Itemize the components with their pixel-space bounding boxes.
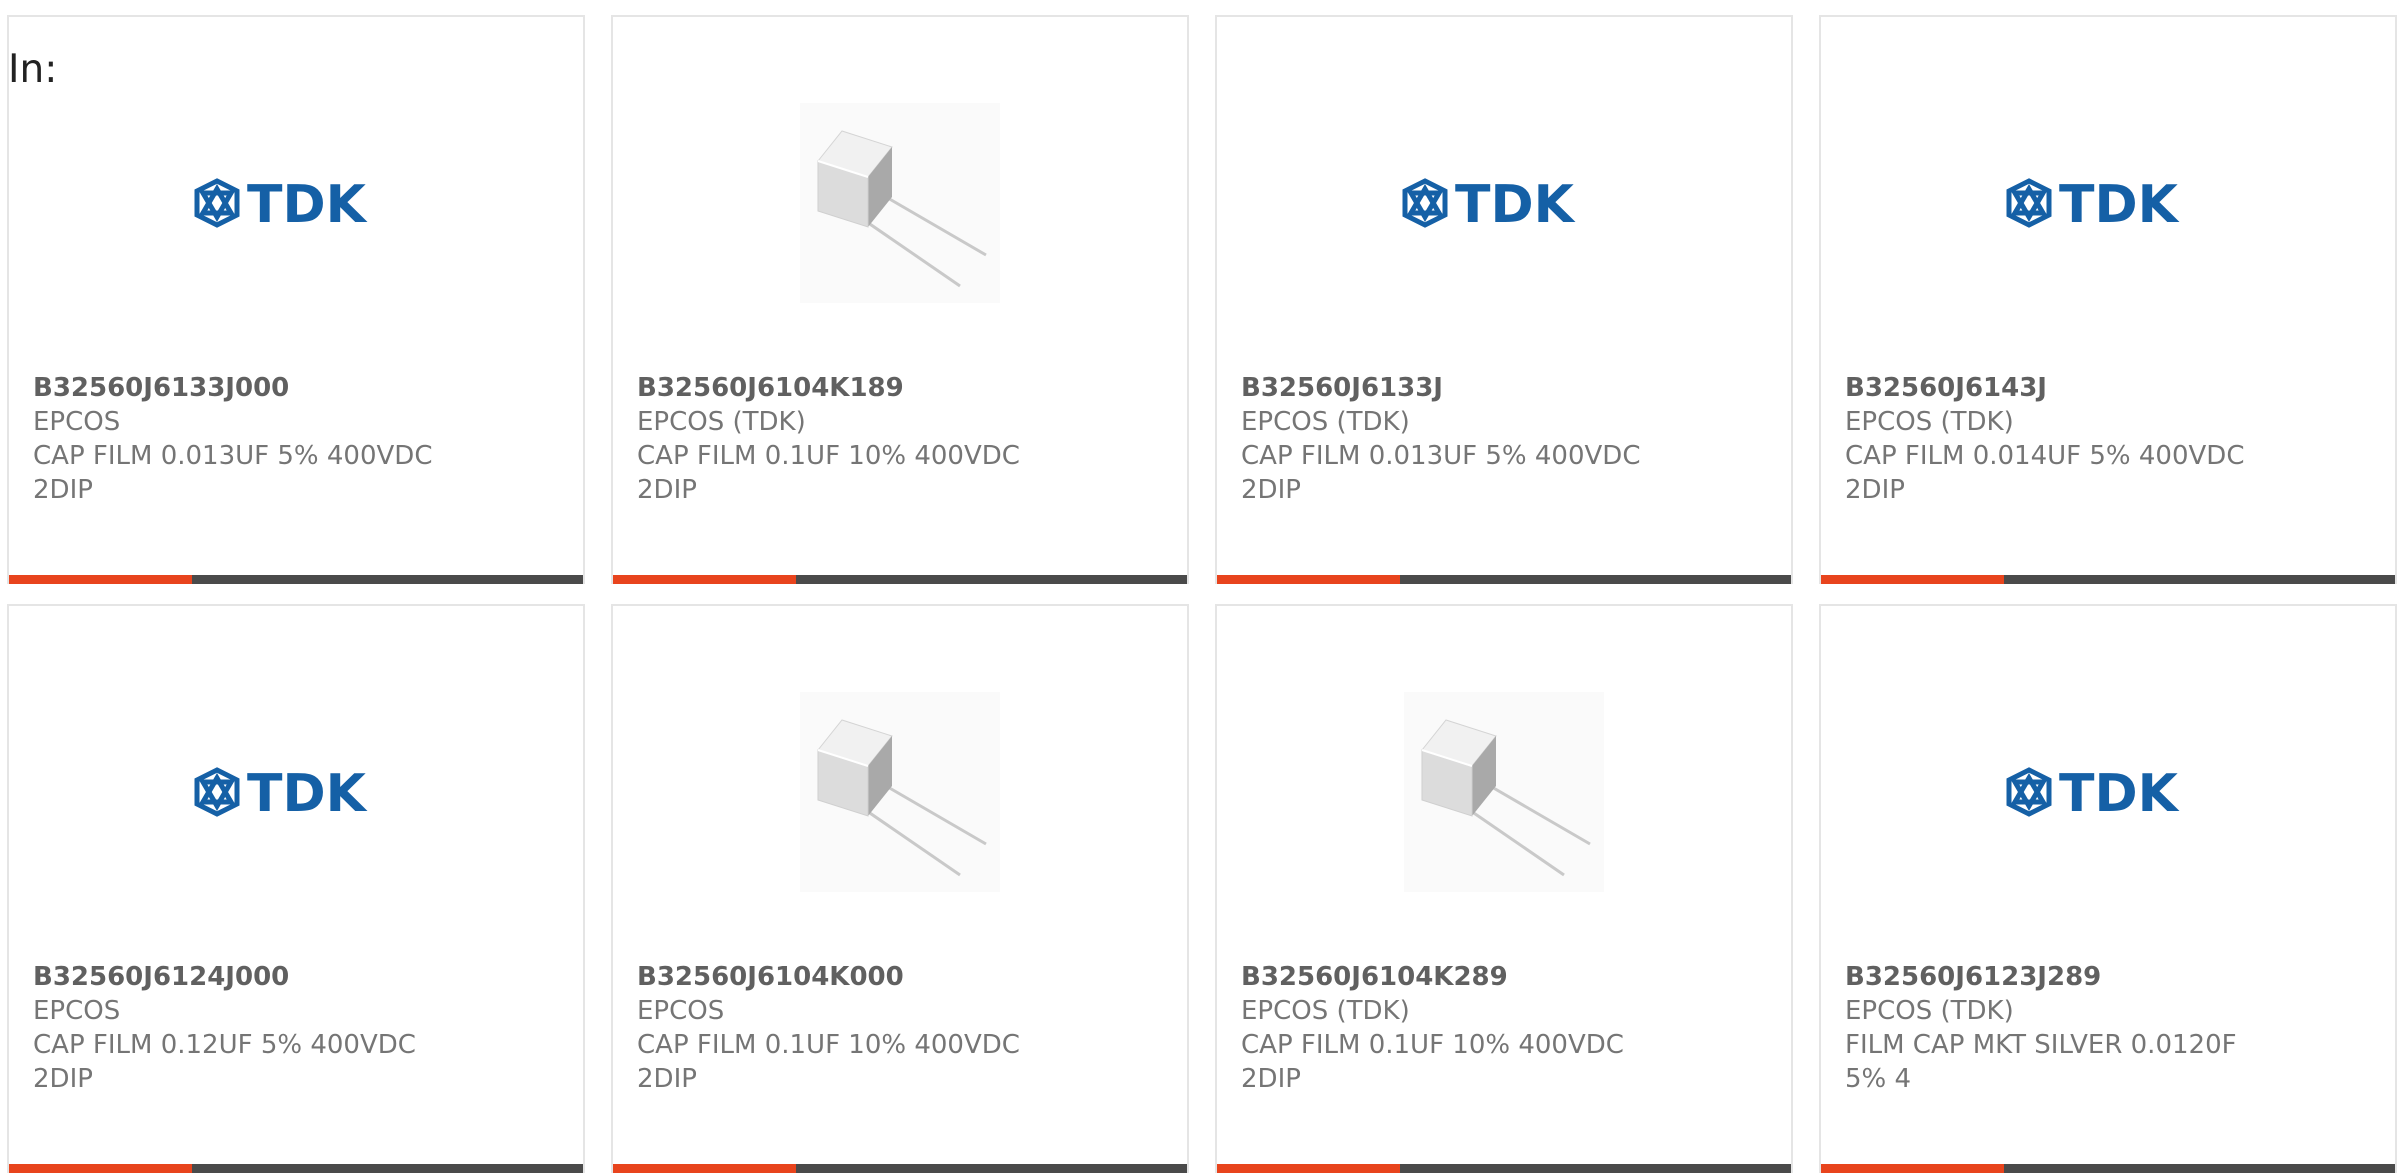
- product-card[interactable]: TDK B32560J6133J EPCOS (TDK) CAP FILM 0.…: [1215, 15, 1793, 584]
- product-info: B32560J6143J EPCOS (TDK) CAP FILM 0.014U…: [1845, 371, 2375, 507]
- tdk-logo: TDK: [194, 766, 368, 818]
- part-number[interactable]: B32560J6133J000: [33, 371, 563, 405]
- package: 2DIP: [1241, 1064, 1301, 1094]
- card-bottom-bar: [613, 575, 1187, 584]
- card-accent-bar: [613, 1164, 796, 1173]
- product-image-area: TDK: [9, 73, 583, 333]
- in-label: In:: [8, 47, 58, 92]
- part-number[interactable]: B32560J6133J: [1241, 371, 1771, 405]
- product-image-area: TDK: [1821, 73, 2395, 333]
- card-accent-bar: [1217, 575, 1400, 584]
- product-info: B32560J6133J EPCOS (TDK) CAP FILM 0.013U…: [1241, 371, 1771, 507]
- tdk-logo: TDK: [1402, 177, 1576, 229]
- package: 2DIP: [1845, 475, 1905, 505]
- package: 2DIP: [33, 1064, 93, 1094]
- product-image-area: TDK: [1217, 73, 1791, 333]
- card-accent-bar: [9, 1164, 192, 1173]
- product-card[interactable]: B32560J6104K189 EPCOS (TDK) CAP FILM 0.1…: [611, 15, 1189, 584]
- package: 2DIP: [637, 1064, 697, 1094]
- product-grid-page: In: TDK B32560J6133J000 EPCOS CAP FILM 0…: [0, 0, 2400, 1173]
- manufacturer: EPCOS (TDK): [1845, 996, 2014, 1026]
- description: CAP FILM 0.12UF 5% 400VDC: [33, 1030, 416, 1060]
- product-card[interactable]: TDK B32560J6123J289 EPCOS (TDK) FILM CAP…: [1819, 604, 2397, 1173]
- manufacturer: EPCOS: [33, 407, 121, 437]
- capacitor-photo: [800, 103, 1000, 303]
- card-bottom-bar: [1821, 575, 2395, 584]
- tdk-logo-text: TDK: [2059, 766, 2180, 818]
- part-number[interactable]: B32560J6104K289: [1241, 960, 1771, 994]
- card-bottom-bar: [1217, 1164, 1791, 1173]
- product-info: B32560J6124J000 EPCOS CAP FILM 0.12UF 5%…: [33, 960, 563, 1096]
- product-image-area: TDK: [9, 662, 583, 922]
- product-info: B32560J6133J000 EPCOS CAP FILM 0.013UF 5…: [33, 371, 563, 507]
- card-bottom-bar: [1821, 1164, 2395, 1173]
- card-accent-bar: [9, 575, 192, 584]
- card-accent-bar: [1217, 1164, 1400, 1173]
- product-image-area: TDK: [1821, 662, 2395, 922]
- product-image-area: [613, 73, 1187, 333]
- description: CAP FILM 0.1UF 10% 400VDC: [637, 1030, 1020, 1060]
- product-card[interactable]: TDK B32560J6143J EPCOS (TDK) CAP FILM 0.…: [1819, 15, 2397, 584]
- tdk-logo: TDK: [194, 177, 368, 229]
- product-info: B32560J6104K189 EPCOS (TDK) CAP FILM 0.1…: [637, 371, 1167, 507]
- part-number[interactable]: B32560J6124J000: [33, 960, 563, 994]
- description: FILM CAP MKT SILVER 0.0120F: [1845, 1030, 2237, 1060]
- package: 2DIP: [1241, 475, 1301, 505]
- capacitor-photo: [1404, 692, 1604, 892]
- product-card[interactable]: B32560J6104K289 EPCOS (TDK) CAP FILM 0.1…: [1215, 604, 1793, 1173]
- product-info: B32560J6104K289 EPCOS (TDK) CAP FILM 0.1…: [1241, 960, 1771, 1096]
- card-bottom-bar: [613, 1164, 1187, 1173]
- part-number[interactable]: B32560J6123J289: [1845, 960, 2375, 994]
- tdk-logo-text: TDK: [2059, 177, 2180, 229]
- product-card[interactable]: B32560J6104K000 EPCOS CAP FILM 0.1UF 10%…: [611, 604, 1189, 1173]
- part-number[interactable]: B32560J6104K189: [637, 371, 1167, 405]
- tdk-logo-text: TDK: [247, 177, 368, 229]
- description: CAP FILM 0.1UF 10% 400VDC: [1241, 1030, 1624, 1060]
- tdk-logo: TDK: [2006, 766, 2180, 818]
- manufacturer: EPCOS: [33, 996, 121, 1026]
- manufacturer: EPCOS (TDK): [1241, 407, 1410, 437]
- product-info: B32560J6123J289 EPCOS (TDK) FILM CAP MKT…: [1845, 960, 2375, 1096]
- part-number[interactable]: B32560J6143J: [1845, 371, 2375, 405]
- card-accent-bar: [1821, 575, 2004, 584]
- tdk-logo-text: TDK: [1455, 177, 1576, 229]
- product-card[interactable]: TDK B32560J6124J000 EPCOS CAP FILM 0.12U…: [7, 604, 585, 1173]
- part-number[interactable]: B32560J6104K000: [637, 960, 1167, 994]
- card-accent-bar: [1821, 1164, 2004, 1173]
- product-info: B32560J6104K000 EPCOS CAP FILM 0.1UF 10%…: [637, 960, 1167, 1096]
- product-image-area: [1217, 662, 1791, 922]
- tdk-logo: TDK: [2006, 177, 2180, 229]
- manufacturer: EPCOS (TDK): [1241, 996, 1410, 1026]
- capacitor-photo: [800, 692, 1000, 892]
- manufacturer: EPCOS (TDK): [1845, 407, 2014, 437]
- description: CAP FILM 0.014UF 5% 400VDC: [1845, 441, 2245, 471]
- tdk-logo-text: TDK: [247, 766, 368, 818]
- card-bottom-bar: [9, 575, 583, 584]
- package: 5% 4: [1845, 1064, 1912, 1094]
- package: 2DIP: [33, 475, 93, 505]
- product-card[interactable]: TDK B32560J6133J000 EPCOS CAP FILM 0.013…: [7, 15, 585, 584]
- card-accent-bar: [613, 575, 796, 584]
- product-image-area: [613, 662, 1187, 922]
- description: CAP FILM 0.013UF 5% 400VDC: [33, 441, 433, 471]
- description: CAP FILM 0.1UF 10% 400VDC: [637, 441, 1020, 471]
- card-bottom-bar: [9, 1164, 583, 1173]
- manufacturer: EPCOS (TDK): [637, 407, 806, 437]
- description: CAP FILM 0.013UF 5% 400VDC: [1241, 441, 1641, 471]
- manufacturer: EPCOS: [637, 996, 725, 1026]
- package: 2DIP: [637, 475, 697, 505]
- card-bottom-bar: [1217, 575, 1791, 584]
